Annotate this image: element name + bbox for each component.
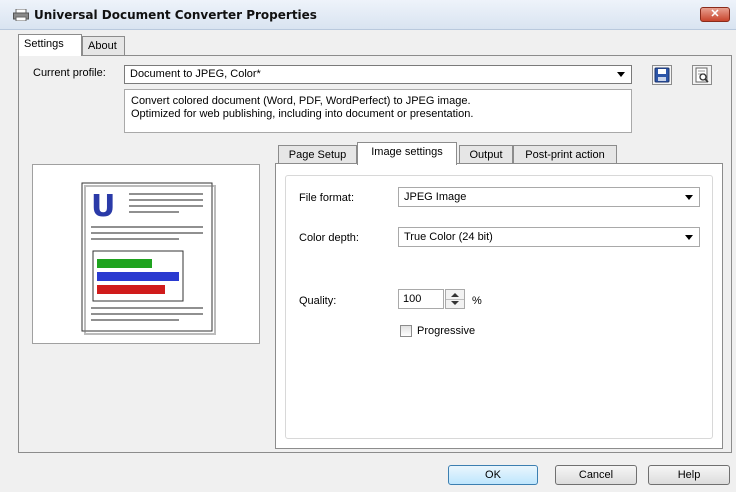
- image-settings-frame: [285, 175, 713, 439]
- properties-dialog: Universal Document Converter Properties …: [0, 0, 736, 492]
- color-depth-dropdown[interactable]: True Color (24 bit): [398, 227, 700, 247]
- printer-icon: [13, 9, 29, 21]
- quality-input[interactable]: 100: [398, 289, 444, 309]
- preview-letter: U: [91, 189, 115, 224]
- quality-value: 100: [403, 293, 422, 305]
- current-profile-label: Current profile:: [33, 67, 106, 79]
- file-format-label: File format:: [299, 192, 355, 204]
- spin-down-icon[interactable]: [451, 301, 459, 305]
- tab-post-print-action[interactable]: Post-print action: [513, 145, 617, 164]
- cancel-button[interactable]: Cancel: [555, 465, 637, 485]
- progressive-label[interactable]: Progressive: [417, 325, 475, 337]
- chevron-down-icon: [617, 72, 625, 77]
- save-profile-button[interactable]: [652, 65, 672, 85]
- progressive-checkbox[interactable]: [400, 325, 412, 337]
- tab-output-label: Output: [469, 149, 503, 161]
- ok-button[interactable]: OK: [448, 465, 538, 485]
- chevron-down-icon: [685, 235, 693, 240]
- preview-bar-blue: [97, 272, 179, 281]
- color-depth-value: True Color (24 bit): [404, 231, 493, 243]
- profile-dropdown[interactable]: Document to JPEG, Color*: [124, 65, 632, 84]
- cancel-button-label: Cancel: [578, 469, 614, 481]
- description-line-2: Optimized for web publishing, including …: [131, 108, 474, 120]
- profile-description: Convert colored document (Word, PDF, Wor…: [124, 89, 632, 133]
- profile-dropdown-value: Document to JPEG, Color*: [130, 68, 261, 80]
- tab-image-settings[interactable]: Image settings: [357, 142, 457, 165]
- tab-about-label: About: [88, 40, 117, 52]
- load-profile-button[interactable]: [692, 65, 712, 85]
- open-profile-icon: [695, 67, 709, 83]
- save-icon: [654, 67, 670, 83]
- ok-button-label: OK: [485, 469, 501, 481]
- close-button[interactable]: ✕: [700, 7, 730, 22]
- help-button[interactable]: Help: [648, 465, 730, 485]
- preview-bar-red: [97, 285, 165, 294]
- quality-label: Quality:: [299, 295, 337, 307]
- title-bar[interactable]: Universal Document Converter Properties …: [0, 0, 736, 30]
- tab-settings-label: Settings: [24, 38, 64, 50]
- file-format-value: JPEG Image: [404, 191, 467, 203]
- chevron-down-icon: [685, 195, 693, 200]
- window-title: Universal Document Converter Properties: [34, 8, 317, 22]
- quality-spinner[interactable]: [445, 289, 465, 309]
- color-depth-label: Color depth:: [299, 232, 359, 244]
- document-preview: U: [32, 164, 260, 344]
- file-format-dropdown[interactable]: JPEG Image: [398, 187, 700, 207]
- tab-image-settings-label: Image settings: [371, 146, 443, 158]
- spin-up-icon[interactable]: [451, 293, 459, 297]
- tab-page-setup[interactable]: Page Setup: [278, 145, 357, 164]
- tab-about[interactable]: About: [82, 36, 125, 55]
- tab-page-setup-label: Page Setup: [288, 149, 347, 161]
- description-line-1: Convert colored document (Word, PDF, Wor…: [131, 95, 471, 107]
- close-icon: ✕: [710, 8, 720, 20]
- help-button-label: Help: [677, 469, 701, 481]
- tab-settings[interactable]: Settings: [18, 34, 82, 56]
- tab-output[interactable]: Output: [459, 145, 513, 164]
- quality-unit: %: [472, 295, 482, 307]
- tab-post-print-label: Post-print action: [525, 149, 605, 161]
- preview-bar-green: [97, 259, 152, 268]
